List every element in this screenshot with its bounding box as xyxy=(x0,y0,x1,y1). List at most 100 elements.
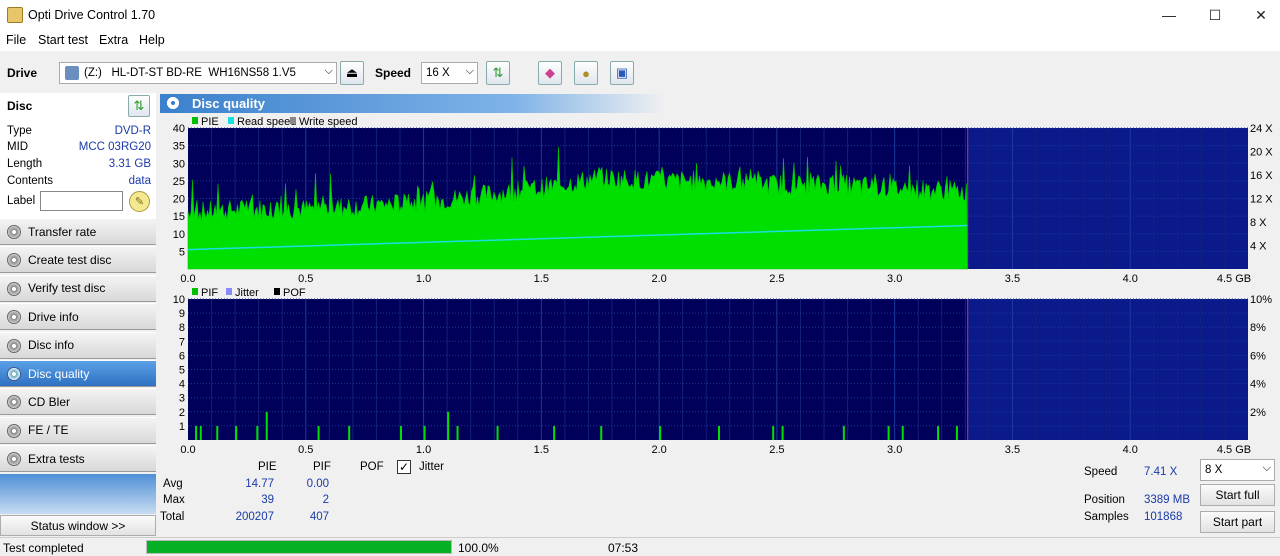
label-edit-button[interactable]: ✎ xyxy=(129,191,150,212)
start-full-button[interactable]: Start full xyxy=(1200,484,1275,506)
sidebar-item-create-test-disc[interactable]: Create test disc xyxy=(0,246,156,274)
x-tick-label: 0.0 xyxy=(180,444,195,456)
status-window-button[interactable]: Status window >> xyxy=(0,515,156,536)
disc-title: Disc xyxy=(7,99,33,113)
y2-tick-label: 4% xyxy=(1250,379,1266,391)
copy-button[interactable]: ● xyxy=(574,61,598,85)
x-tick-label: 4.0 xyxy=(1123,444,1138,456)
disc-icon xyxy=(7,253,21,268)
sidebar-item-label: Transfer rate xyxy=(28,224,97,239)
sidebar-item-transfer-rate[interactable]: Transfer rate xyxy=(0,218,156,245)
y-tick-label: 20 xyxy=(173,194,185,206)
refresh-icon: ⇅ xyxy=(133,98,145,113)
sidebar-footer xyxy=(0,474,156,514)
label-input[interactable] xyxy=(40,191,123,211)
max-pie-value: 39 xyxy=(261,494,274,506)
sidebar-item-disc-info[interactable]: Disc info xyxy=(0,331,156,359)
pif-bar xyxy=(600,425,603,440)
speed-info-label: Speed xyxy=(1084,466,1118,478)
y2-tick-label: 20 X xyxy=(1250,147,1273,159)
sidebar-item-disc-quality[interactable]: Disc quality xyxy=(0,360,156,387)
erase-button[interactable]: ◆ xyxy=(538,61,562,85)
sidebar-item-drive-info[interactable]: Drive info xyxy=(0,303,156,331)
drive-value: (Z:) HL-DT-ST BD-RE WH16NS58 1.V5 xyxy=(84,67,296,79)
app-icon xyxy=(7,7,23,23)
speed-select[interactable]: 16 X ⌵ xyxy=(421,62,478,84)
y2-tick-label: 16 X xyxy=(1250,170,1273,182)
contents-value: data xyxy=(128,175,151,187)
pif-bar xyxy=(348,425,351,440)
pif-bar xyxy=(317,425,320,440)
legend-swatch xyxy=(228,117,234,124)
pif-bar xyxy=(423,425,426,440)
x-tick-label: 3.5 xyxy=(1005,444,1020,456)
disc-refresh-button[interactable]: ⇅ xyxy=(128,95,150,117)
x-tick-label: 2.0 xyxy=(651,273,666,285)
eject-button[interactable]: ⏏ xyxy=(340,61,364,85)
close-button[interactable]: ✕ xyxy=(1238,0,1280,30)
legend-label: PIE xyxy=(201,116,219,128)
y-tick-label: 9 xyxy=(179,308,185,320)
x-tick-label: 1.5 xyxy=(534,444,549,456)
y-tick-label: 10 xyxy=(173,294,185,306)
sidebar-item-extra-tests[interactable]: Extra tests xyxy=(0,445,156,473)
y2-tick-label: 24 X xyxy=(1250,123,1273,135)
sidebar-item-label: FE / TE xyxy=(28,423,69,438)
pof-header: POF xyxy=(360,461,384,473)
pif-bar xyxy=(718,425,720,440)
y-tick-label: 7 xyxy=(179,336,185,348)
disc-icon xyxy=(7,395,21,410)
y-tick-label: 6 xyxy=(179,350,185,362)
disc-icon xyxy=(7,310,21,325)
legend-swatch xyxy=(290,117,296,124)
pencil-icon: ✎ xyxy=(134,196,145,208)
total-pie-value: 200207 xyxy=(235,511,274,523)
y2-tick-label: 4 X xyxy=(1250,241,1267,253)
jitter-checkbox[interactable]: ✓ xyxy=(397,460,411,474)
eraser-icon: ◆ xyxy=(545,65,555,80)
x-tick-label: 3.0 xyxy=(887,444,902,456)
save-button[interactable]: ▣ xyxy=(610,61,634,85)
sidebar: Transfer rate Create test disc Verify test… xyxy=(0,218,156,478)
legend-label: Read speed xyxy=(237,116,296,128)
maximize-button[interactable]: ☐ xyxy=(1192,0,1238,30)
x-tick-label: 4.5 GB xyxy=(1217,444,1251,456)
sidebar-item-label: Disc info xyxy=(28,338,75,353)
pif-bar xyxy=(195,425,198,440)
legend-swatch xyxy=(274,288,280,295)
max-pif-value: 2 xyxy=(322,494,329,506)
menu-start-test[interactable]: Start test xyxy=(38,33,88,47)
minimize-button[interactable]: — xyxy=(1146,0,1192,30)
sidebar-item-label: Create test disc xyxy=(28,252,112,267)
pif-bar xyxy=(901,425,904,440)
pif-bar xyxy=(842,425,845,440)
y-tick-label: 10 xyxy=(173,229,185,241)
disc-icon xyxy=(7,281,21,296)
x-tick-label: 3.5 xyxy=(1005,273,1020,285)
test-speed-select[interactable]: 8 X ⌵ xyxy=(1200,459,1275,481)
x-tick-label: 3.0 xyxy=(887,273,902,285)
sidebar-item-fe-te[interactable]: FE / TE xyxy=(0,416,156,444)
menu-extra[interactable]: Extra xyxy=(99,33,128,47)
y2-tick-label: 8% xyxy=(1250,322,1266,334)
pif-bar xyxy=(265,411,268,440)
copy-icon: ● xyxy=(582,65,590,81)
pif-bar xyxy=(235,425,238,440)
sidebar-item-label: Verify test disc xyxy=(28,281,106,296)
sidebar-item-label: CD Bler xyxy=(28,394,71,409)
start-part-button[interactable]: Start part xyxy=(1200,511,1275,533)
refresh-button[interactable]: ⇅ xyxy=(486,61,510,85)
total-label: Total xyxy=(160,511,185,523)
menu-file[interactable]: File xyxy=(6,33,26,47)
x-tick-label: 2.5 xyxy=(769,444,784,456)
speed-label: Speed xyxy=(375,66,412,80)
avg-pie-value: 14.77 xyxy=(245,478,274,490)
sidebar-item-cd-bler[interactable]: CD Bler xyxy=(0,388,156,416)
y2-tick-label: 8 X xyxy=(1250,217,1267,229)
save-icon: ▣ xyxy=(615,65,629,80)
sidebar-item-verify-test-disc[interactable]: Verify test disc xyxy=(0,274,156,302)
pif-bar xyxy=(496,425,499,440)
menu-help[interactable]: Help xyxy=(139,33,165,47)
drive-select[interactable]: (Z:) HL-DT-ST BD-RE WH16NS58 1.V5 ⌵ xyxy=(59,62,337,84)
y-tick-label: 1 xyxy=(179,421,185,433)
